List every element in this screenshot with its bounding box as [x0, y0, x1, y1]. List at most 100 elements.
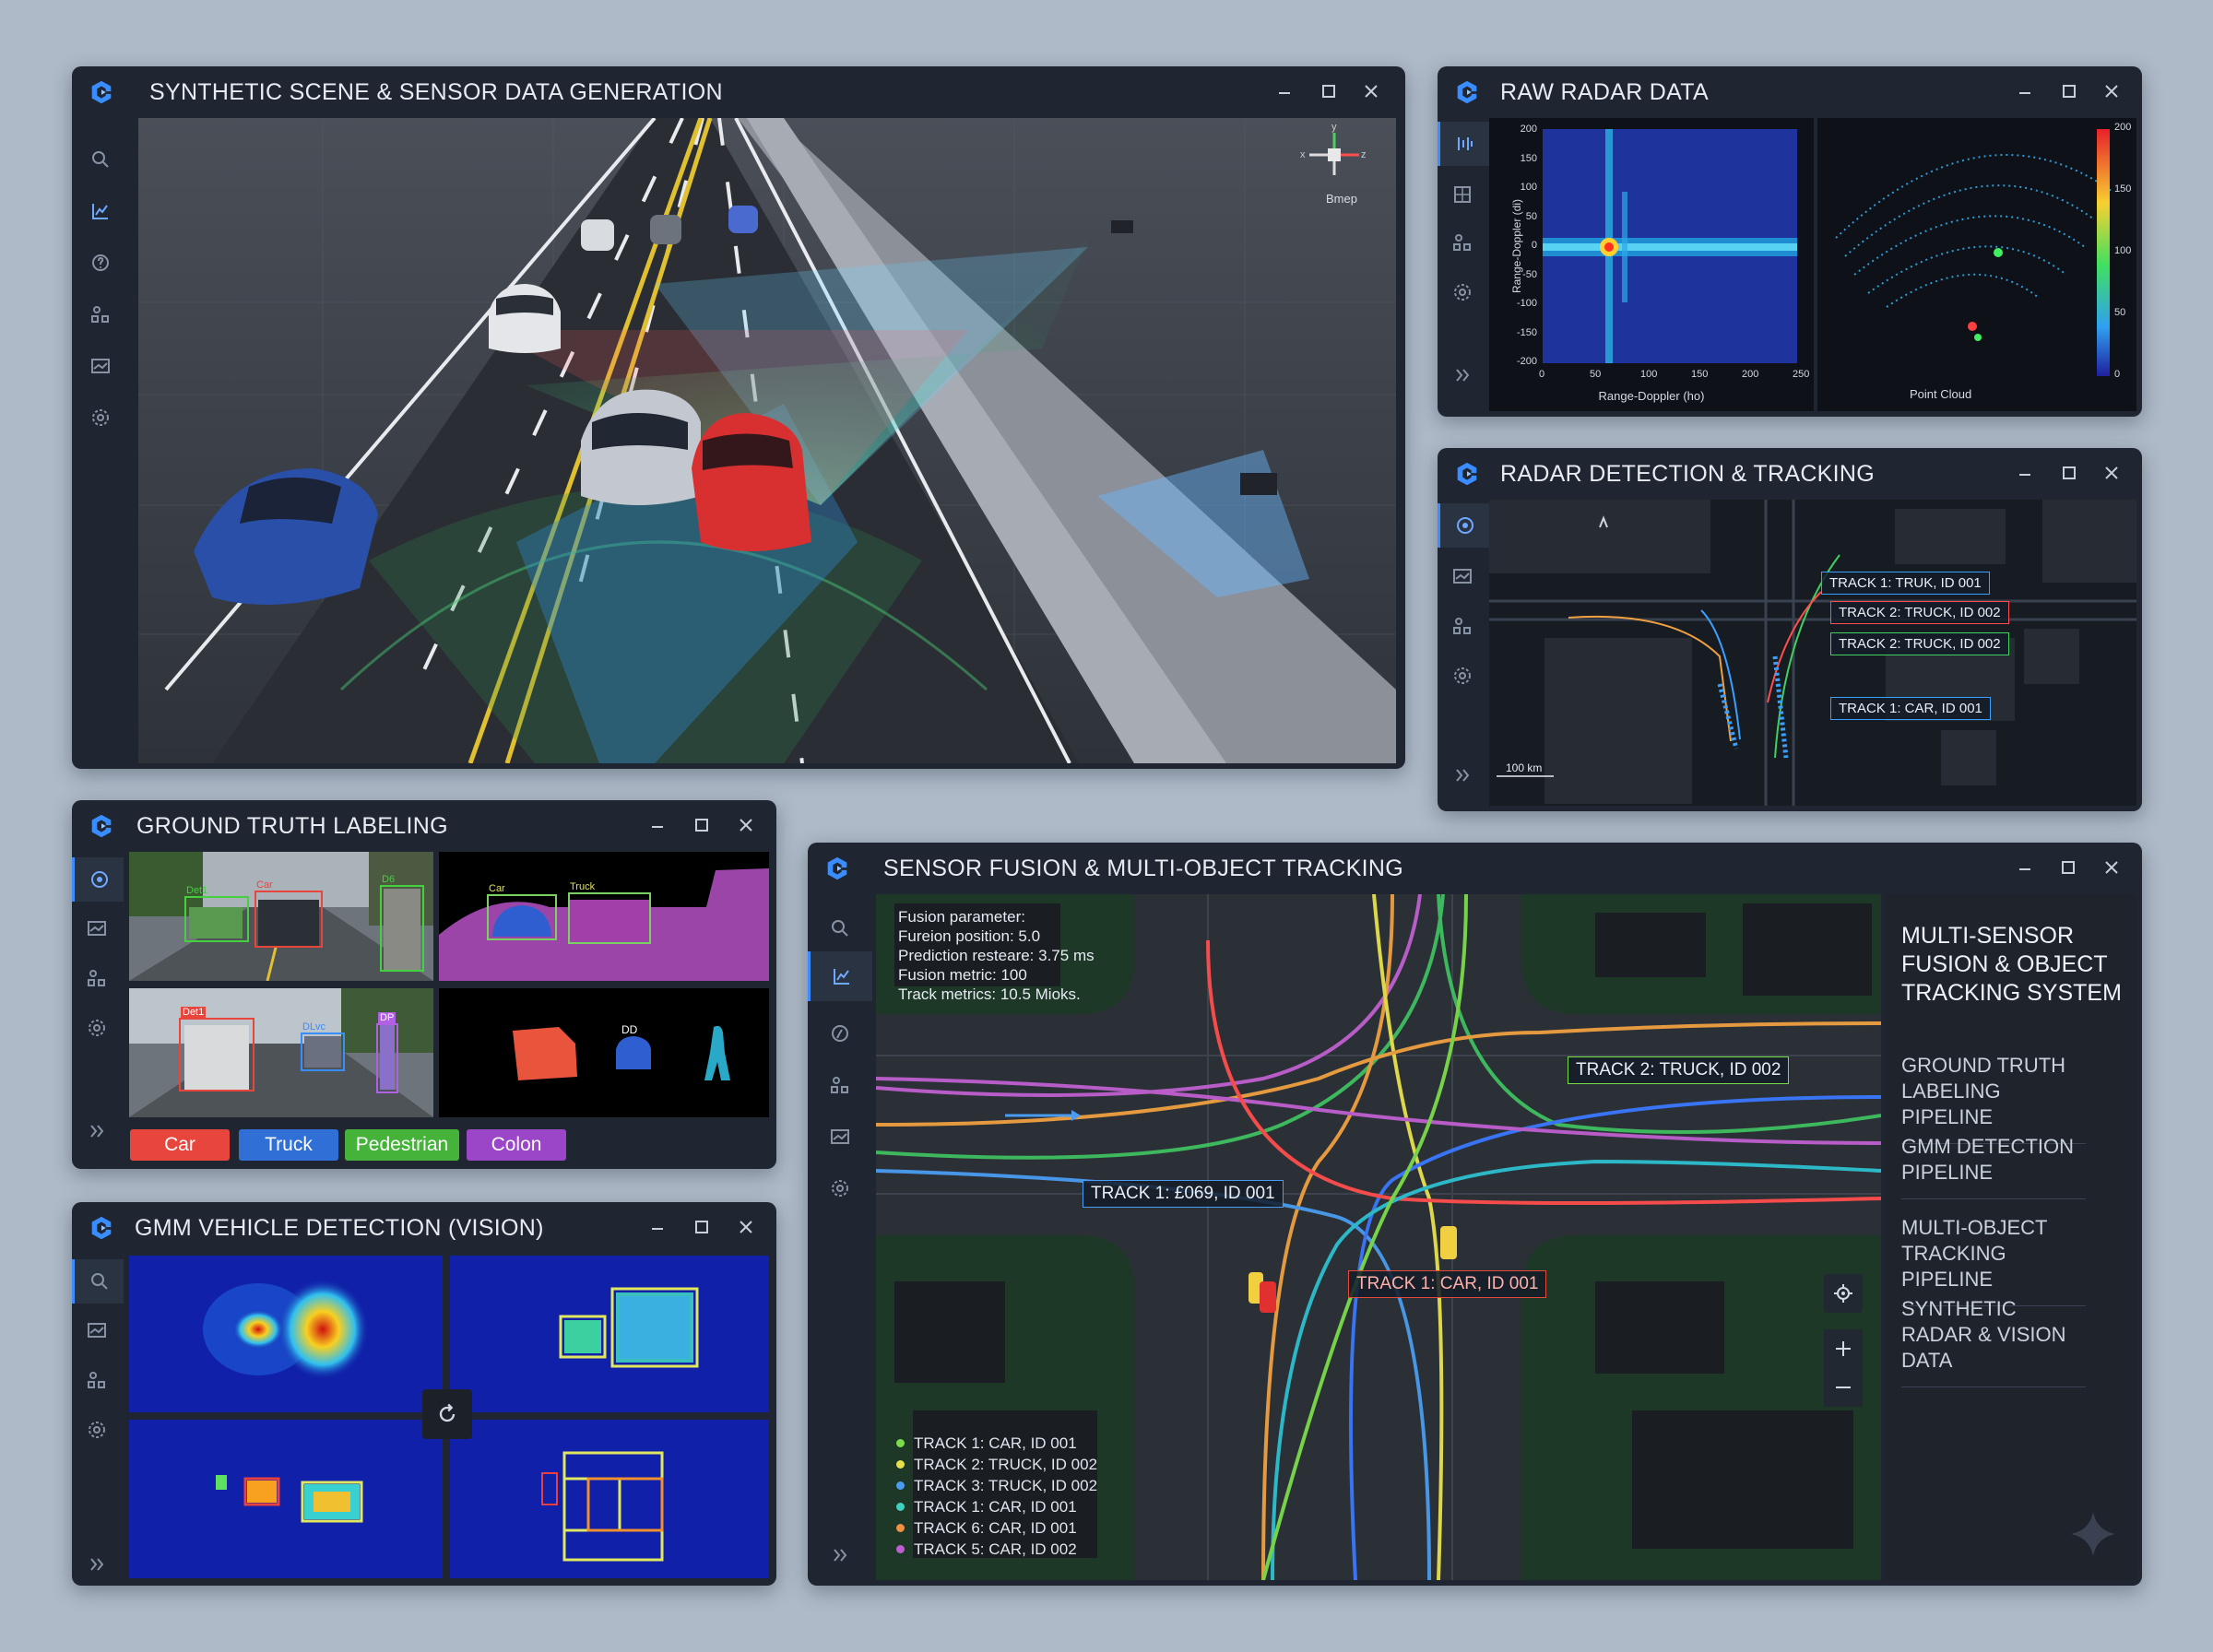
minimize-button[interactable]: [645, 1215, 669, 1239]
image-icon[interactable]: [85, 350, 116, 382]
scene-viewport[interactable]: y x z Bmep: [138, 118, 1396, 763]
class-chip-pedestrian[interactable]: Pedestrian: [345, 1129, 459, 1161]
seg-bbox-car[interactable]: Car: [487, 883, 557, 940]
sparkle-icon: [2071, 1512, 2115, 1556]
minimize-button[interactable]: [2013, 856, 2037, 879]
expand-icon[interactable]: [1447, 360, 1478, 391]
search-icon[interactable]: [824, 913, 856, 944]
nodes-icon[interactable]: [81, 962, 112, 994]
maximize-button[interactable]: [2057, 79, 2081, 103]
expand-icon[interactable]: [824, 1540, 856, 1571]
zoom-in-button[interactable]: [1824, 1329, 1863, 1368]
radar-track-tag-2[interactable]: TRACK 2: TRUCK, ID 002: [1830, 601, 2009, 624]
close-button[interactable]: [2100, 461, 2124, 485]
maximize-button[interactable]: [2057, 461, 2081, 485]
close-button[interactable]: [1359, 79, 1383, 103]
nodes-icon[interactable]: [1447, 610, 1478, 642]
gmm-heatmap-3[interactable]: [129, 1420, 443, 1578]
refresh-button[interactable]: [422, 1389, 472, 1439]
minimize-button[interactable]: [2013, 79, 2037, 103]
class-chip-truck[interactable]: Truck: [239, 1129, 338, 1161]
bbox-det1b[interactable]: Det1: [179, 1007, 254, 1092]
fusion-map[interactable]: Fusion parameter: Fureion position: 5.0 …: [876, 894, 1881, 1580]
fusion-track-tag-truck[interactable]: TRACK 2: TRUCK, ID 002: [1568, 1056, 1790, 1084]
maximize-button[interactable]: [2056, 856, 2080, 879]
compass-icon[interactable]: [824, 1018, 856, 1049]
gear-icon[interactable]: [81, 1414, 112, 1446]
close-button[interactable]: [734, 1215, 758, 1239]
gizmo-view-label[interactable]: Bmep: [1326, 192, 1357, 206]
gear-icon[interactable]: [1447, 277, 1478, 308]
nodes-icon[interactable]: [1447, 227, 1478, 258]
image-icon[interactable]: [81, 913, 112, 944]
tracking-map[interactable]: TRACK 1: TRUK, ID 001 TRACK 2: TRUCK, ID…: [1489, 500, 2136, 806]
nodes-icon[interactable]: [824, 1069, 856, 1101]
bbox-d6[interactable]: D6: [380, 874, 424, 972]
zoom-out-button[interactable]: [1824, 1368, 1863, 1407]
minimize-button[interactable]: [645, 813, 669, 837]
menu-item-gmm[interactable]: GMM DETECTION PIPELINE: [1901, 1134, 2086, 1199]
minimize-button[interactable]: [2013, 461, 2037, 485]
maximize-button[interactable]: [690, 1215, 714, 1239]
gt-frame-2[interactable]: Det1 DLvc DP: [129, 988, 433, 1117]
gmm-density-1: [203, 1279, 369, 1380]
menu-item-tracking[interactable]: MULTI-OBJECT TRACKING PIPELINE: [1901, 1215, 2086, 1306]
search-icon[interactable]: [72, 1259, 124, 1304]
bbox-dp[interactable]: DP: [376, 1012, 398, 1093]
gmm-heatmap-1[interactable]: [129, 1256, 443, 1412]
class-chip-colon[interactable]: Colon: [467, 1129, 566, 1161]
radar-track-tag-4[interactable]: TRACK 1: CAR, ID 001: [1830, 697, 1991, 720]
bbox-dlvc[interactable]: DLvc: [301, 1021, 345, 1071]
window-ground-truth: GROUND TRUTH LABELING Det1 Car D6 Car Tr…: [72, 800, 776, 1169]
image-icon[interactable]: [1447, 560, 1478, 592]
gt-seg-1[interactable]: Car Truck: [439, 852, 769, 981]
gt-seg-2[interactable]: DD: [439, 988, 769, 1117]
gear-icon[interactable]: [824, 1173, 856, 1204]
help-icon[interactable]: [85, 247, 116, 278]
gmm-heatmap-2[interactable]: [450, 1256, 769, 1412]
road-scene: [138, 118, 1396, 763]
target-icon[interactable]: [1438, 503, 1489, 548]
grid-icon[interactable]: [1447, 179, 1478, 210]
radar-track-tag-3[interactable]: TRACK 2: TRUCK, ID 002: [1830, 632, 2009, 655]
gt-frame-1[interactable]: Det1 Car D6: [129, 852, 433, 981]
image-icon[interactable]: [824, 1121, 856, 1152]
gmm-heatmap-4[interactable]: [450, 1420, 769, 1578]
gear-icon[interactable]: [81, 1012, 112, 1044]
bbox-car[interactable]: Car: [254, 879, 323, 948]
seg-bbox-truck[interactable]: Truck: [568, 881, 651, 944]
close-button[interactable]: [734, 813, 758, 837]
menu-item-synthetic[interactable]: SYNTHETIC RADAR & VISION DATA: [1901, 1296, 2086, 1387]
maximize-button[interactable]: [1317, 79, 1341, 103]
point-cloud-panel[interactable]: 200 150 100 50 0 Point Cloud: [1817, 118, 2136, 411]
gear-icon[interactable]: [85, 402, 116, 433]
window-title: GMM VEHICLE DETECTION (VISION): [135, 1215, 544, 1241]
axis-gizmo[interactable]: y x z Bmep: [1300, 122, 1367, 210]
image-icon[interactable]: [81, 1315, 112, 1346]
menu-item-ground-truth[interactable]: GROUND TRUTH LABELING PIPELINE: [1901, 1053, 2086, 1144]
close-button[interactable]: [2100, 856, 2124, 879]
fusion-track-tag-t1a[interactable]: TRACK 1: £069, ID 001: [1083, 1180, 1284, 1208]
chart-icon[interactable]: [808, 951, 872, 1001]
radar-track-tag-1[interactable]: TRACK 1: TRUK, ID 001: [1821, 572, 1990, 595]
chart-icon[interactable]: [85, 195, 116, 227]
expand-icon[interactable]: [81, 1549, 112, 1580]
legend-item: TRACK 6: CAR, ID 001: [896, 1517, 1097, 1539]
expand-icon[interactable]: [1447, 760, 1478, 791]
close-button[interactable]: [2100, 79, 2124, 103]
locate-button[interactable]: [1824, 1274, 1863, 1313]
search-icon[interactable]: [85, 144, 116, 175]
maximize-button[interactable]: [690, 813, 714, 837]
class-chip-car[interactable]: Car: [130, 1129, 230, 1161]
nodes-icon[interactable]: [85, 299, 116, 330]
minimize-button[interactable]: [1272, 79, 1296, 103]
nodes-icon[interactable]: [81, 1364, 112, 1396]
fusion-track-tag-t1b[interactable]: TRACK 1: CAR, ID 001: [1348, 1270, 1547, 1298]
gear-icon[interactable]: [1447, 660, 1478, 691]
range-doppler-panel[interactable]: 200 150 100 50 0 -50 -100 -150 -200 0 50 100 150 200…: [1489, 118, 1814, 411]
expand-icon[interactable]: [81, 1115, 112, 1147]
radar-icon[interactable]: [1438, 122, 1489, 166]
bbox-det1[interactable]: Det1: [184, 885, 249, 942]
legend-label: TRACK 5: CAR, ID 002: [914, 1540, 1077, 1558]
target-icon[interactable]: [72, 857, 124, 902]
